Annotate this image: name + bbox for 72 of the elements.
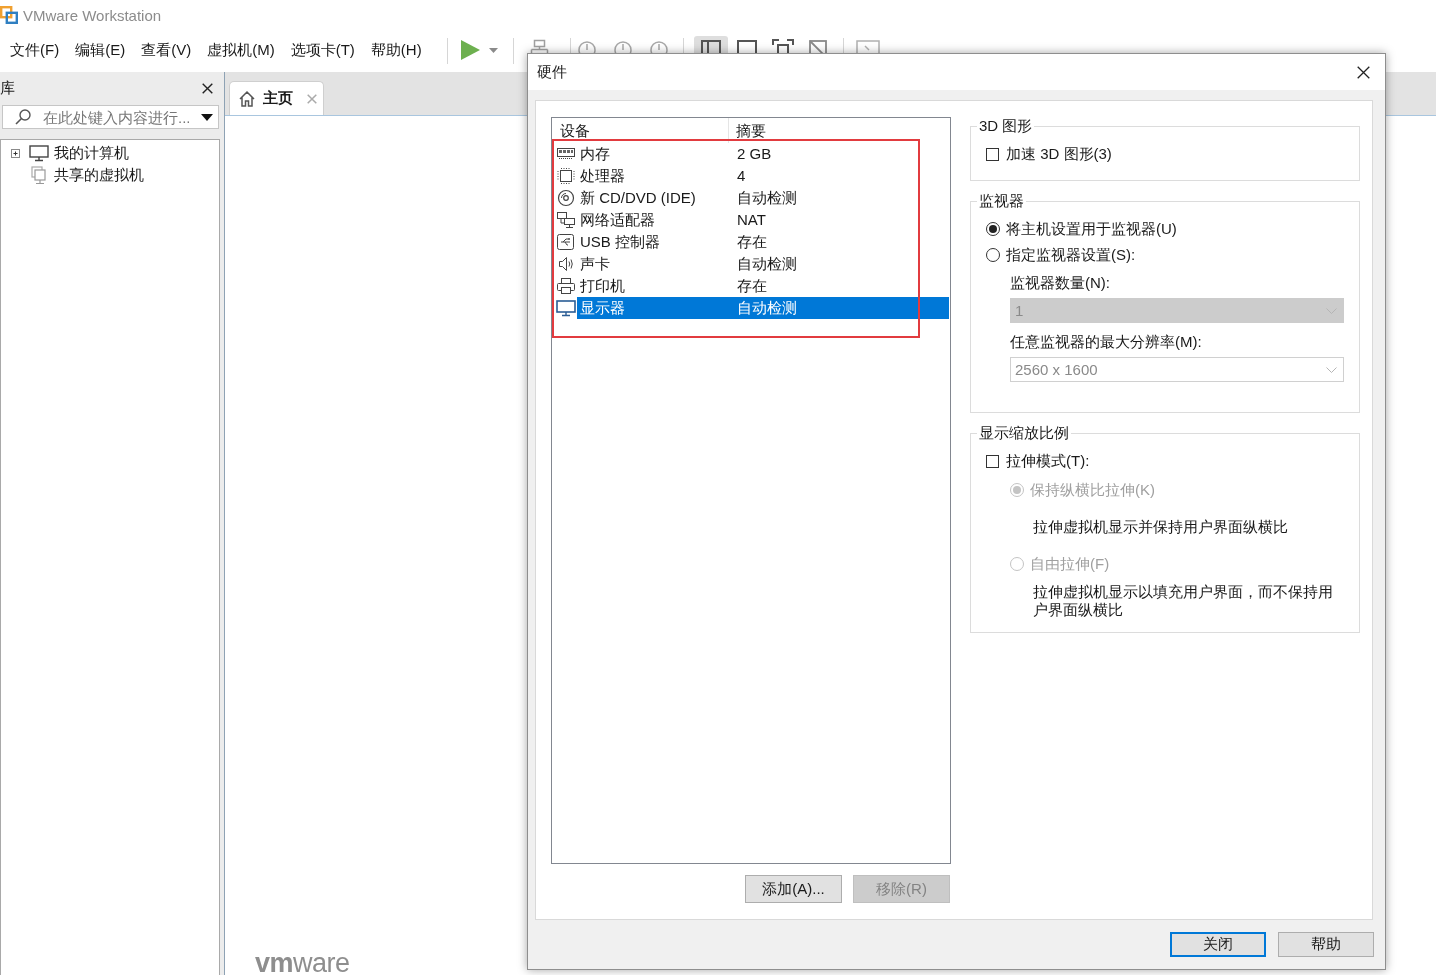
description-text: 拉伸虚拟机显示并保持用户界面纵横比: [1033, 518, 1289, 536]
table-cell[interactable]: USB 控制器: [577, 231, 729, 253]
group-title: 监视器: [978, 192, 1025, 210]
checkbox-label: 拉伸模式(T):: [1006, 451, 1090, 471]
radio-label: 将主机设置用于监视器(U): [1006, 219, 1177, 239]
table-cell[interactable]: 4: [729, 165, 949, 187]
speaker-icon: [556, 255, 576, 273]
play-icon[interactable]: [459, 39, 481, 61]
radio-label: 自由拉伸(F): [1030, 554, 1110, 574]
group-title: 3D 图形: [978, 117, 1034, 135]
usb-icon: [556, 233, 576, 251]
menu-item[interactable]: 编辑(E): [67, 35, 134, 65]
chevron-icon: [1326, 366, 1337, 373]
dialog-button[interactable]: 关闭: [1170, 932, 1266, 957]
tree-item[interactable]: 共享的虚拟机: [54, 165, 144, 185]
table-cell[interactable]: 处理器: [577, 165, 729, 187]
table-cell[interactable]: 网络适配器: [577, 209, 729, 231]
checkbox-label: 加速 3D 图形(3): [1006, 144, 1112, 164]
search-icon: [15, 109, 31, 125]
table-cell[interactable]: 声卡: [577, 253, 729, 275]
radio-label: 保持纵横比拉伸(K): [1030, 480, 1155, 500]
window-title: VMware Workstation: [23, 6, 162, 24]
field-label: 监视器数量(N):: [1010, 273, 1111, 293]
stacked-windows-icon: [29, 165, 49, 185]
menu-item[interactable]: 帮助(H): [362, 35, 430, 65]
table-cell[interactable]: 存在: [729, 275, 949, 297]
monitor-icon: [556, 299, 576, 317]
split-view-icon[interactable]: [694, 36, 728, 53]
radio-label: 指定监视器设置(S):: [1006, 245, 1136, 265]
chip-icon: [556, 167, 576, 185]
disc-icon: [556, 189, 576, 207]
table-cell[interactable]: 2 GB: [729, 143, 949, 165]
field-label: 任意监视器的最大分辨率(M):: [1010, 332, 1203, 352]
monitor-icon: [29, 144, 49, 162]
table-cell[interactable]: 内存: [577, 143, 729, 165]
home-icon: [238, 89, 256, 108]
expand-icon[interactable]: [11, 148, 20, 158]
dialog-button[interactable]: 添加(A)...: [745, 875, 842, 903]
close-icon[interactable]: [1357, 65, 1370, 79]
description-text: 拉伸虚拟机显示以填充用户界面，而不保持用户界面纵横比: [1033, 583, 1334, 619]
menu-item[interactable]: 虚拟机(M): [199, 35, 283, 65]
table-cell[interactable]: 自动检测: [729, 187, 949, 209]
table-cell[interactable]: 存在: [729, 231, 949, 253]
logo-text: vmware: [255, 951, 350, 975]
menu-item[interactable]: 选项卡(T): [282, 35, 363, 65]
close-icon[interactable]: [202, 83, 213, 94]
dialog-title: 硬件: [537, 62, 567, 82]
tab[interactable]: 主页: [229, 81, 324, 115]
printer-icon: [556, 277, 576, 295]
tree-item[interactable]: 我的计算机: [54, 143, 129, 163]
app-logo-icon: [0, 6, 18, 24]
radio-button[interactable]: [986, 222, 1000, 236]
monitors-icon: [556, 211, 576, 229]
menu-item[interactable]: 查看(V): [133, 35, 200, 65]
fullscreen-icon[interactable]: [772, 36, 794, 53]
dialog-button[interactable]: 帮助: [1278, 932, 1374, 957]
column-header[interactable]: 设备: [552, 118, 729, 143]
caret-icon[interactable]: [201, 113, 213, 121]
search-field[interactable]: 在此处键入内容进行...: [2, 105, 219, 129]
table-cell[interactable]: 显示器: [577, 297, 729, 319]
table-cell[interactable]: 新 CD/DVD (IDE): [577, 187, 729, 209]
menu-item[interactable]: 文件(F): [2, 35, 68, 65]
checkbox[interactable]: [986, 454, 999, 468]
table-cell[interactable]: 自动检测: [729, 297, 949, 319]
panel-title: 库: [0, 79, 15, 98]
column-header[interactable]: 摘要: [729, 118, 950, 143]
table-cell[interactable]: NAT: [729, 209, 949, 231]
checkbox[interactable]: [986, 147, 999, 161]
table-cell[interactable]: 自动检测: [729, 253, 949, 275]
group-title: 显示缩放比例: [978, 424, 1070, 442]
radio-button[interactable]: [986, 248, 1000, 262]
table-cell[interactable]: 打印机: [577, 275, 729, 297]
